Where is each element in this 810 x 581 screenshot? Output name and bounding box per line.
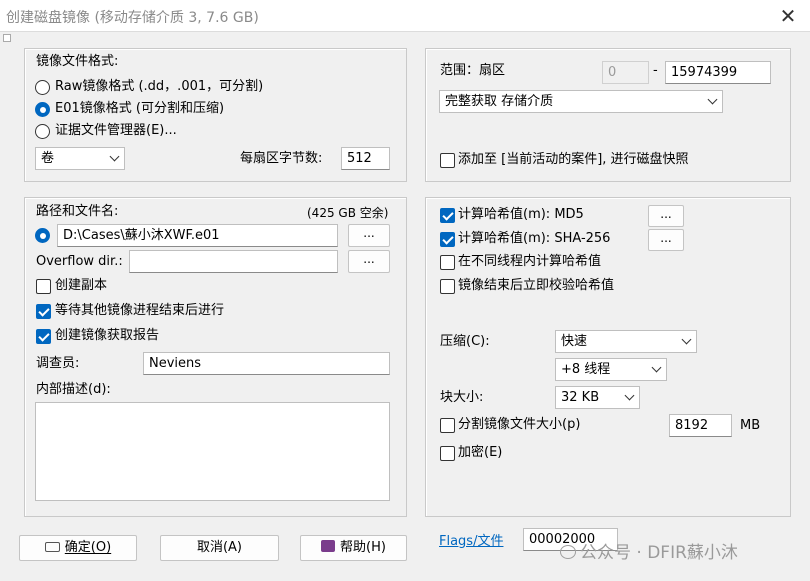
threads-value: +8 线程	[561, 362, 611, 377]
split-size-input[interactable]: 8192	[669, 414, 732, 437]
description-textarea[interactable]	[35, 402, 390, 501]
ok-button[interactable]: 确定(O)	[19, 535, 137, 561]
threads-select[interactable]: +8 线程	[555, 358, 667, 381]
format-e01-label[interactable]: E01镜像格式 (可分割和压缩)	[55, 100, 224, 118]
create-copy-label[interactable]: 创建副本	[55, 277, 107, 295]
path-radio[interactable]	[35, 228, 50, 243]
volume-select[interactable]: 卷	[35, 147, 125, 170]
hash-md5-label[interactable]: 计算哈希值(m): MD5	[458, 206, 584, 224]
encrypt-label[interactable]: 加密(E)	[458, 444, 502, 462]
overflow-browse-button[interactable]: ...	[348, 250, 390, 273]
ok-button-label: 确定(O)	[64, 540, 112, 555]
watermark-text: 公众号 · DFIR蘇小沐	[580, 543, 738, 563]
format-raw-radio[interactable]	[35, 80, 50, 95]
add-case-label[interactable]: 添加至 [当前活动的案件], 进行磁盘快照	[458, 151, 689, 169]
hash-verify-checkbox[interactable]	[440, 279, 455, 294]
investigator-input[interactable]: Neviens	[143, 352, 390, 375]
range-mode-select[interactable]: 完整获取 存储介质	[439, 90, 723, 113]
hash-threads-checkbox[interactable]	[440, 255, 455, 270]
range-label: 范围：扇区	[440, 63, 506, 78]
split-unit-label: MB	[740, 418, 761, 433]
chevron-down-icon	[624, 390, 635, 401]
hash-sha256-button[interactable]: ...	[648, 229, 684, 251]
format-evidence-radio[interactable]	[35, 124, 50, 139]
range-end-input[interactable]: 15974399	[665, 61, 771, 84]
disk-icon	[44, 542, 60, 552]
help-button-label: 帮助(H)	[340, 540, 386, 555]
block-size-value: 32 KB	[561, 390, 600, 405]
block-size-label: 块大小:	[440, 390, 484, 405]
hash-threads-label[interactable]: 在不同线程内计算哈希值	[458, 253, 601, 271]
close-button[interactable]: ✕	[772, 2, 804, 30]
book-icon	[321, 540, 336, 552]
range-mode-value: 完整获取 存储介质	[445, 94, 554, 109]
chevron-down-icon	[651, 362, 662, 373]
range-separator: -	[653, 63, 658, 78]
hash-md5-button[interactable]: ...	[648, 205, 684, 227]
hash-sha256-checkbox[interactable]	[440, 232, 455, 247]
chevron-down-icon	[707, 94, 718, 105]
create-copy-checkbox[interactable]	[36, 279, 51, 294]
help-button[interactable]: 帮助(H)	[300, 535, 407, 561]
cancel-button[interactable]: 取消(A)	[160, 535, 279, 561]
wait-other-checkbox[interactable]	[36, 304, 51, 319]
chevron-down-icon	[109, 151, 120, 162]
format-heading: 镜像文件格式:	[36, 54, 119, 69]
chevron-down-icon	[681, 334, 692, 345]
hash-verify-label[interactable]: 镜像结束后立即校验哈希值	[458, 277, 614, 295]
free-space-label: (425 GB 空余)	[307, 206, 389, 220]
create-report-checkbox[interactable]	[36, 329, 51, 344]
compression-select[interactable]: 快速	[555, 330, 697, 353]
path-browse-button[interactable]: ...	[348, 224, 390, 247]
watermark: 公众号 · DFIR蘇小沐	[560, 538, 738, 563]
create-report-label[interactable]: 创建镜像获取报告	[55, 327, 159, 345]
compression-value: 快速	[561, 334, 588, 349]
flags-link[interactable]: Flags/文件	[439, 530, 503, 549]
format-e01-radio[interactable]	[35, 102, 50, 117]
compression-label: 压缩(C):	[440, 334, 490, 349]
range-start-input[interactable]: 0	[602, 61, 649, 84]
overflow-label: Overflow dir.:	[36, 254, 123, 269]
bytes-per-sector-input[interactable]: 512	[341, 147, 390, 170]
window-title: 创建磁盘镜像 (移动存储介质 3, 7.6 GB)	[6, 10, 259, 26]
volume-select-value: 卷	[41, 151, 55, 166]
overflow-input[interactable]	[129, 250, 338, 273]
split-checkbox[interactable]	[440, 418, 455, 433]
wait-other-label[interactable]: 等待其他镜像进程结束后进行	[55, 302, 224, 320]
investigator-label: 调查员:	[36, 356, 80, 371]
encrypt-checkbox[interactable]	[440, 446, 455, 461]
format-evidence-label[interactable]: 证据文件管理器(E)...	[55, 122, 177, 140]
wechat-icon	[560, 545, 576, 559]
hash-sha256-label[interactable]: 计算哈希值(m): SHA-256	[458, 230, 610, 248]
path-input[interactable]: D:\Cases\蘇小沐XWF.e01	[57, 224, 338, 247]
block-size-select[interactable]: 32 KB	[555, 386, 640, 409]
add-case-checkbox[interactable]	[440, 153, 455, 168]
hash-md5-checkbox[interactable]	[440, 208, 455, 223]
resize-handle[interactable]	[3, 34, 11, 42]
format-raw-label[interactable]: Raw镜像格式 (.dd，.001，可分割)	[55, 78, 263, 96]
description-label: 内部描述(d):	[36, 382, 111, 397]
path-heading: 路径和文件名:	[36, 204, 119, 219]
bytes-per-sector-label: 每扇区字节数:	[240, 151, 323, 166]
split-label[interactable]: 分割镜像文件大小(p)	[458, 416, 580, 434]
